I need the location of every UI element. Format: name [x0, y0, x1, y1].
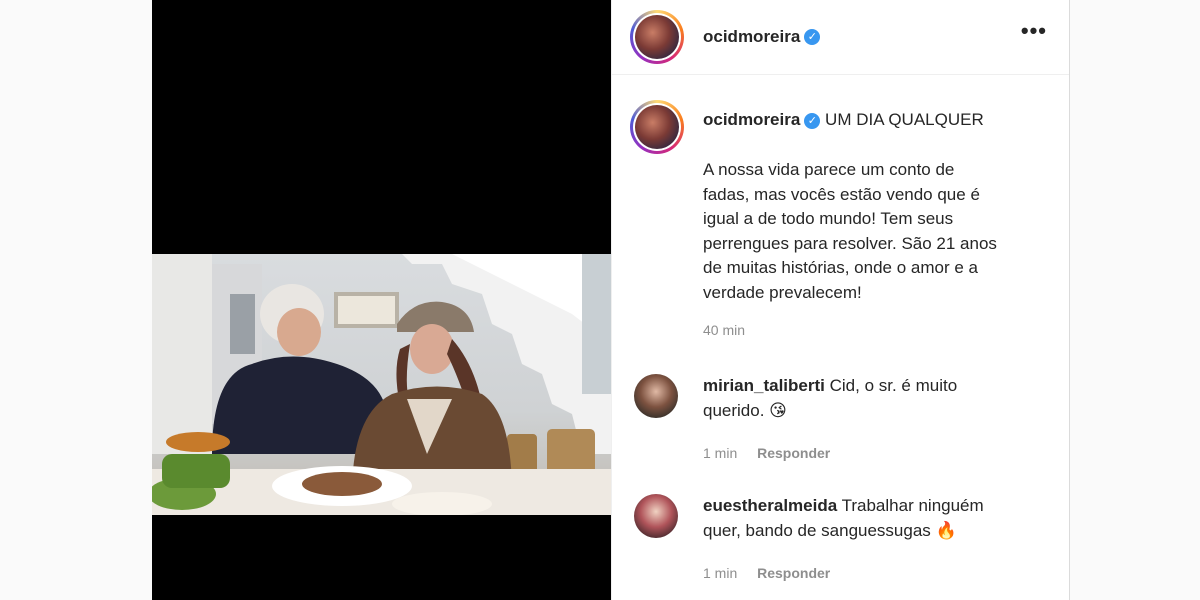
caption-timestamp[interactable]: 40 min — [703, 322, 1039, 338]
post-header: ocidmoreira ✓ ••• — [612, 0, 1069, 75]
comment-text: Trabalhar ninguém — [841, 496, 984, 515]
fire-emoji-icon: 🔥 — [935, 520, 957, 540]
kiss-emoji-icon: 😘 — [769, 400, 787, 420]
comment-timestamp[interactable]: 1 min — [703, 565, 737, 581]
more-options-icon[interactable]: ••• — [1021, 20, 1047, 42]
instagram-post: ocidmoreira ✓ ••• ocidmoreira ✓ UM DIA QU… — [152, 0, 1070, 600]
comment-text: querido. — [703, 400, 765, 420]
commenter-avatar[interactable] — [634, 374, 678, 418]
commenter-avatar[interactable] — [634, 494, 678, 538]
video-frame[interactable] — [152, 254, 611, 515]
reply-button[interactable]: Responder — [757, 445, 830, 461]
author-username[interactable]: ocidmoreira — [703, 27, 800, 47]
reply-button[interactable]: Responder — [757, 565, 830, 581]
commenter-username[interactable]: euestheralmeida — [703, 496, 837, 515]
comment-text: Cid, o sr. é muito — [829, 376, 958, 395]
caption-username[interactable]: ocidmoreira — [703, 110, 800, 129]
post-side-panel: ocidmoreira ✓ ••• ocidmoreira ✓ UM DIA QU… — [611, 0, 1069, 600]
comment-item: euestheralmeida Trabalhar ninguém quer, … — [634, 494, 1039, 581]
video-scene-illustration — [152, 254, 611, 515]
comment-item: mirian_taliberti Cid, o sr. é muito quer… — [634, 374, 1039, 461]
caption-text: A nossa vida parece um conto de fadas, m… — [703, 160, 997, 302]
comment-timestamp[interactable]: 1 min — [703, 445, 737, 461]
media-area[interactable] — [152, 0, 611, 600]
caption-avatar[interactable] — [630, 100, 684, 154]
verified-badge-icon: ✓ — [804, 29, 821, 45]
commenter-username[interactable]: mirian_taliberti — [703, 376, 825, 395]
comment-text: quer, bando de sanguessugas — [703, 520, 931, 540]
caption-title: UM DIA QUALQUER — [825, 110, 984, 129]
author-avatar[interactable] — [630, 10, 684, 64]
post-caption: ocidmoreira ✓ UM DIA QUALQUER A nossa vid… — [630, 100, 1039, 338]
verified-badge-icon: ✓ — [804, 112, 821, 129]
